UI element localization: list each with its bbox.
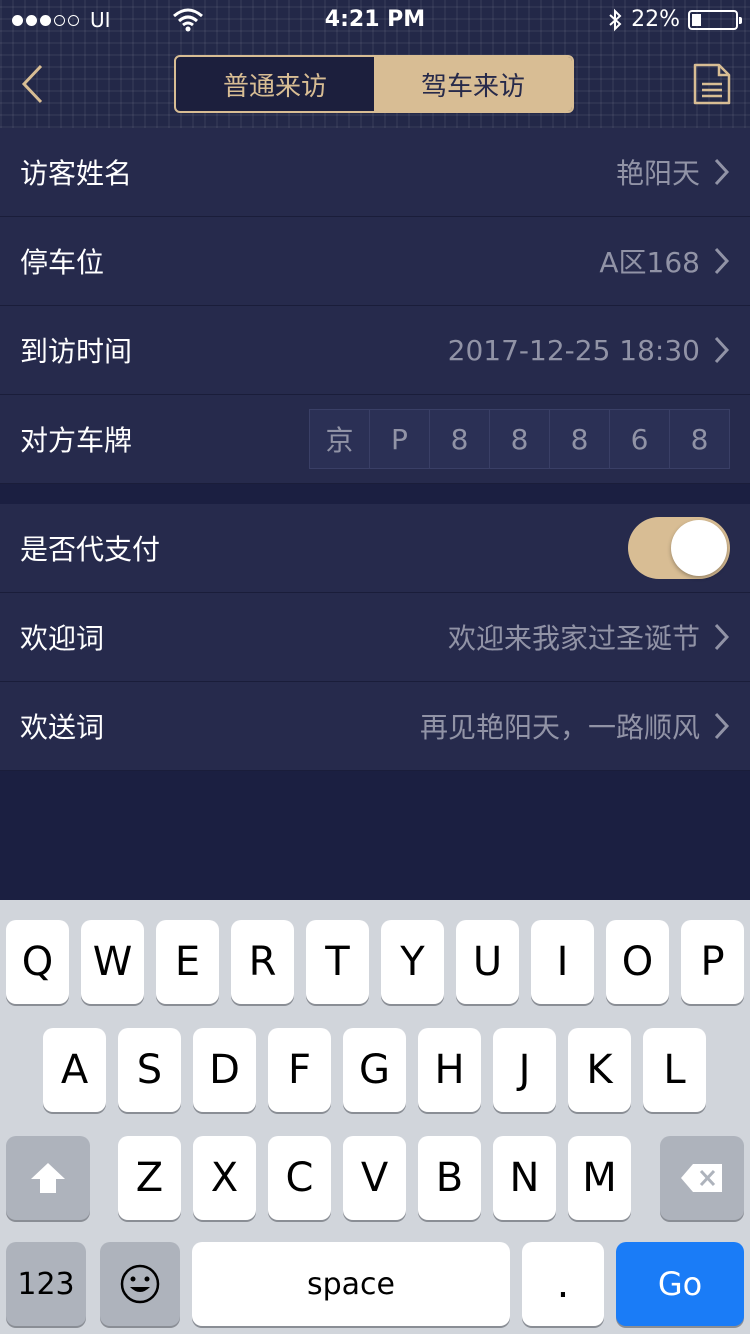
battery-fill [692, 13, 701, 26]
plate-char-cell[interactable]: 8 [489, 409, 550, 469]
key-o[interactable]: O [606, 920, 669, 1004]
plate-char-cell[interactable]: 8 [549, 409, 610, 469]
visit-form: 访客姓名 艳阳天 停车位 A区168 到访时间 2017-12-25 18:30… [0, 128, 750, 771]
key-g[interactable]: G [343, 1028, 406, 1112]
parking-space-row[interactable]: 停车位 A区168 [0, 217, 750, 306]
parking-space-value-wrap: A区168 [599, 241, 730, 281]
section-divider [0, 484, 750, 504]
plate-char-cell[interactable]: 8 [429, 409, 490, 469]
chevron-right-icon [714, 712, 730, 740]
numbers-key[interactable]: 123 [6, 1242, 86, 1326]
key-c[interactable]: C [268, 1136, 331, 1220]
chevron-right-icon [714, 623, 730, 651]
proxy-payment-toggle[interactable] [628, 517, 730, 579]
key-v[interactable]: V [343, 1136, 406, 1220]
key-w[interactable]: W [81, 920, 144, 1004]
chevron-left-icon [21, 64, 43, 104]
license-plate-label: 对方车牌 [20, 424, 133, 457]
parking-space-value: A区168 [599, 246, 700, 279]
visit-time-row[interactable]: 到访时间 2017-12-25 18:30 [0, 306, 750, 395]
battery-cap [739, 16, 742, 24]
key-f[interactable]: F [268, 1028, 331, 1112]
key-t[interactable]: T [306, 920, 369, 1004]
backspace-icon [681, 1164, 722, 1192]
key-d[interactable]: D [193, 1028, 256, 1112]
plate-char-cell[interactable]: 8 [669, 409, 730, 469]
bluetooth-icon [609, 8, 622, 31]
shift-key[interactable] [6, 1136, 90, 1220]
key-a[interactable]: A [43, 1028, 106, 1112]
tab-normal-visit[interactable]: 普通来访 [176, 57, 374, 111]
shift-arrow-icon [31, 1163, 65, 1193]
visit-time-label: 到访时间 [20, 335, 133, 368]
chevron-right-icon [714, 336, 730, 364]
key-l[interactable]: L [643, 1028, 706, 1112]
key-n[interactable]: N [493, 1136, 556, 1220]
plate-char-cell[interactable]: 6 [609, 409, 670, 469]
key-i[interactable]: I [531, 920, 594, 1004]
key-m[interactable]: M [568, 1136, 631, 1220]
welcome-message-value: 欢迎来我家过圣诞节 [447, 622, 700, 655]
proxy-payment-row: 是否代支付 [0, 504, 750, 593]
visitor-name-label: 访客姓名 [20, 157, 133, 190]
key-x[interactable]: X [193, 1136, 256, 1220]
key-e[interactable]: E [156, 920, 219, 1004]
delete-key[interactable] [660, 1136, 744, 1220]
key-r[interactable]: R [231, 920, 294, 1004]
key-b[interactable]: B [418, 1136, 481, 1220]
tab-driving-visit[interactable]: 驾车来访 [374, 57, 572, 111]
key-y[interactable]: Y [381, 920, 444, 1004]
farewell-message-row[interactable]: 欢送词 再见艳阳天，一路顺风 [0, 682, 750, 771]
key-j[interactable]: J [493, 1028, 556, 1112]
status-bar: UI 4:21 PM 22% [0, 0, 750, 40]
farewell-message-value: 再见艳阳天，一路顺风 [419, 711, 700, 744]
keyboard: Q W E R T Y U I O P A S D F G H J K L Z … [0, 900, 750, 1334]
period-key[interactable]: . [522, 1242, 604, 1326]
chevron-right-icon [714, 158, 730, 186]
emoji-icon [120, 1264, 160, 1304]
key-u[interactable]: U [456, 920, 519, 1004]
space-key[interactable]: space [192, 1242, 510, 1326]
key-k[interactable]: K [568, 1028, 631, 1112]
go-key[interactable]: Go [616, 1242, 744, 1326]
plate-char-cell[interactable]: 京 [309, 409, 370, 469]
visitor-name-value-wrap: 艳阳天 [616, 152, 730, 192]
battery-percent: 22% [631, 7, 680, 32]
visitor-name-value: 艳阳天 [615, 157, 700, 190]
toggle-knob [671, 520, 727, 576]
farewell-message-value-wrap: 再见艳阳天，一路顺风 [420, 706, 730, 746]
key-s[interactable]: S [118, 1028, 181, 1112]
welcome-message-row[interactable]: 欢迎词 欢迎来我家过圣诞节 [0, 593, 750, 682]
document-icon[interactable] [692, 62, 732, 106]
visit-type-segmented-control: 普通来访 驾车来访 [174, 55, 574, 113]
visitor-name-row[interactable]: 访客姓名 艳阳天 [0, 128, 750, 217]
emoji-key[interactable] [100, 1242, 180, 1326]
key-p[interactable]: P [681, 920, 744, 1004]
key-q[interactable]: Q [6, 920, 69, 1004]
welcome-message-label: 欢迎词 [20, 622, 105, 655]
header-bar: UI 4:21 PM 22% 普通来访 驾车来访 [0, 0, 750, 128]
plate-char-cell[interactable]: P [369, 409, 430, 469]
battery-icon [688, 9, 742, 30]
key-h[interactable]: H [418, 1028, 481, 1112]
chevron-right-icon [714, 247, 730, 275]
license-plate-input[interactable]: 京 P 8 8 8 6 8 [309, 409, 730, 469]
farewell-message-label: 欢送词 [20, 711, 105, 744]
parking-space-label: 停车位 [20, 246, 105, 279]
license-plate-row: 对方车牌 京 P 8 8 8 6 8 [0, 395, 750, 484]
key-z[interactable]: Z [118, 1136, 181, 1220]
welcome-message-value-wrap: 欢迎来我家过圣诞节 [448, 617, 730, 657]
visit-time-value-wrap: 2017-12-25 18:30 [448, 334, 730, 367]
proxy-payment-label: 是否代支付 [20, 533, 161, 566]
status-right: 22% [607, 7, 742, 32]
visit-time-value: 2017-12-25 18:30 [447, 333, 700, 367]
back-button[interactable] [10, 58, 54, 110]
